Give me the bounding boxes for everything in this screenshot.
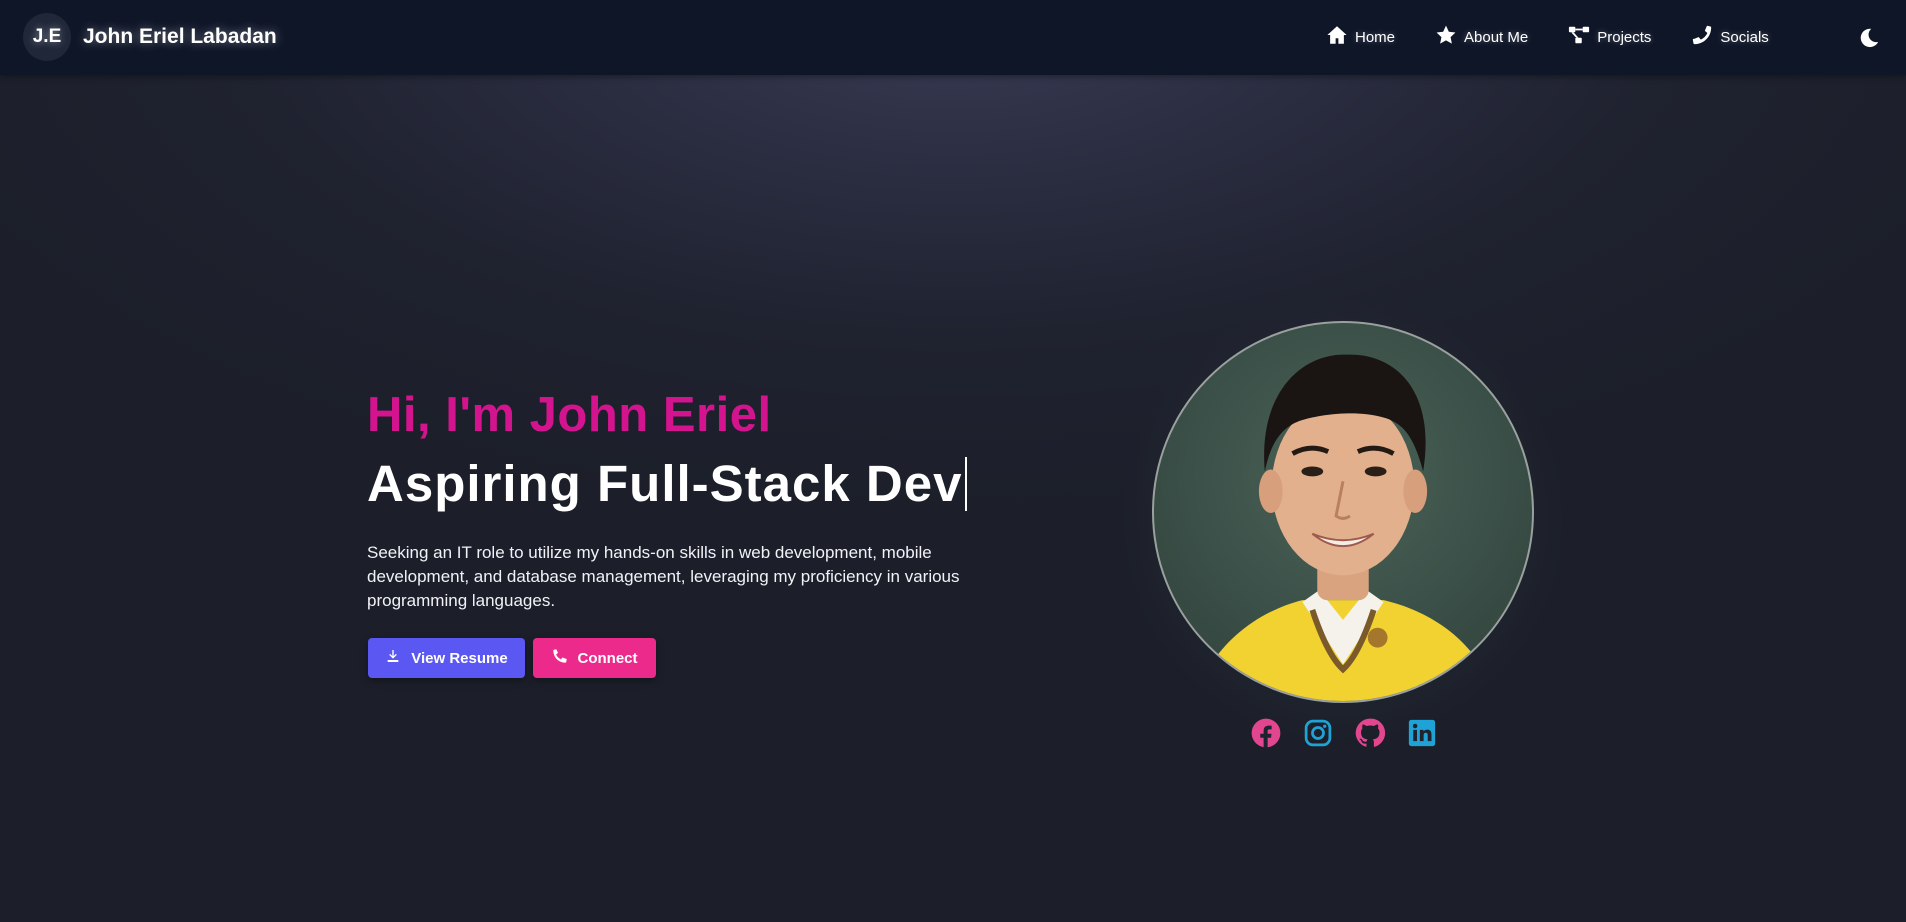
brand-name[interactable]: John Eriel Labadan — [83, 25, 277, 49]
linkedin-icon[interactable] — [1407, 718, 1437, 748]
nav-label-projects: Projects — [1597, 29, 1652, 46]
hero-role-text: Aspiring Full-Stack Dev — [367, 455, 963, 512]
connect-button[interactable]: Connect — [533, 638, 656, 678]
github-icon[interactable] — [1355, 718, 1385, 748]
phone-icon — [1691, 24, 1713, 51]
nav-menu: Home About Me Projects Socials — [1326, 0, 1809, 75]
typing-caret — [965, 456, 968, 511]
nav-label-home: Home — [1355, 29, 1396, 46]
moon-icon — [1858, 28, 1880, 53]
hero-description: Seeking an IT role to utilize my hands-o… — [367, 543, 960, 610]
view-resume-button[interactable]: View Resume — [368, 638, 525, 678]
home-icon — [1326, 24, 1348, 51]
project-nodes-icon — [1568, 24, 1590, 51]
facebook-icon[interactable] — [1251, 718, 1281, 748]
instagram-icon[interactable] — [1303, 718, 1333, 748]
hero-greeting: Hi, I'm John Eriel — [367, 388, 772, 442]
nav-label-about: About Me — [1464, 29, 1529, 46]
navbar: J.E John Eriel Labadan Home About Me Pro… — [0, 0, 1906, 75]
nav-item-home[interactable]: Home — [1326, 24, 1395, 51]
brand[interactable]: J.E John Eriel Labadan — [23, 13, 277, 61]
nav-label-socials: Socials — [1720, 29, 1769, 46]
brand-logo[interactable]: J.E — [23, 13, 71, 61]
phone-icon — [552, 648, 568, 668]
view-resume-label: View Resume — [411, 649, 508, 667]
social-links — [1251, 718, 1459, 748]
theme-toggle-button[interactable] — [1858, 27, 1880, 49]
download-icon — [385, 648, 401, 668]
nav-item-about[interactable]: About Me — [1435, 24, 1528, 51]
nav-item-projects[interactable]: Projects — [1568, 24, 1651, 51]
connect-label: Connect — [577, 649, 638, 667]
hero-role-heading: Aspiring Full-Stack Dev — [367, 454, 968, 513]
star-icon — [1435, 24, 1457, 51]
profile-photo — [1152, 321, 1534, 703]
profile-illustration — [1193, 354, 1496, 701]
nav-item-socials[interactable]: Socials — [1691, 24, 1769, 51]
